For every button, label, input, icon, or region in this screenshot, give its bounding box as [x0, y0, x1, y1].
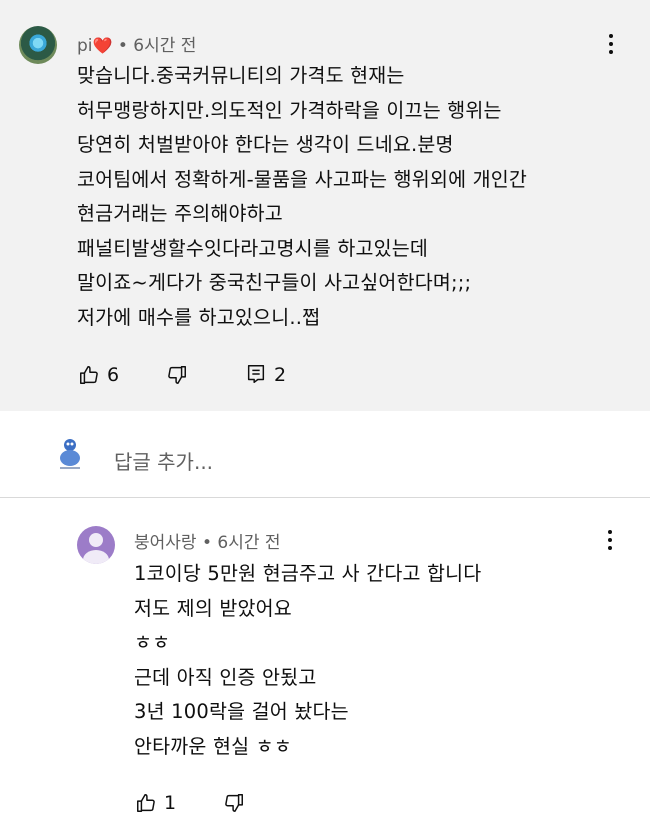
reply-line: ㅎㅎ — [134, 631, 171, 654]
comment-line: 맞습니다.중국커뮤니티의 가격도 현재는 — [77, 64, 405, 87]
reply-author-avatar[interactable] — [77, 526, 115, 564]
user-avatar — [55, 436, 85, 472]
comment-author[interactable]: pi — [77, 36, 93, 56]
reply-like-count: 1 — [164, 792, 177, 814]
thumbs-up-icon — [80, 366, 98, 384]
reply-count: 2 — [274, 364, 287, 386]
reply-line: 3년 100락을 걸어 놨다는 — [134, 700, 349, 723]
comment-menu-icon[interactable] — [600, 30, 622, 58]
like-button[interactable] — [78, 364, 100, 386]
comment-text: 맞습니다.중국커뮤니티의 가격도 현재는 허무맹랑하지만.의도적인 가격하락을 … — [77, 59, 527, 335]
user-avatar-icon — [60, 439, 80, 469]
heart-icon: ❤️ — [92, 36, 113, 55]
comment-line: 허무맹랑하지만.의도적인 가격하락을 이끄는 행위는 — [77, 98, 502, 122]
reply-line: 근데 아직 인증 안됬고 — [134, 665, 317, 689]
comment-line: 코어팀에서 정확하게-물품을 사고파는 행위외에 개인간 — [77, 167, 528, 191]
like-count: 6 — [107, 364, 120, 386]
comment-line: 현금거래는 주의해야하고 — [77, 202, 283, 225]
add-reply-input[interactable]: 답글 추가... — [114, 446, 213, 475]
comment-line: 저가에 매수를 하고있으니..쩝 — [77, 305, 321, 329]
dislike-button[interactable] — [166, 364, 188, 386]
reply-line: 안타까운 현실 ㅎㅎ — [134, 734, 292, 758]
comment-line: 당연히 처벌받아야 한다는 생각이 드네요.분명 — [77, 133, 454, 156]
comment-time: • 6시간 전 — [117, 36, 197, 56]
thumbs-up-icon — [137, 794, 155, 812]
reply-meta: 붕어사랑 • 6시간 전 — [134, 528, 281, 553]
reply-text: 1코이당 5만원 현금주고 사 간다고 합니다 저도 제의 받았어요 ㅎㅎ 근데… — [134, 557, 481, 764]
reply-button[interactable] — [245, 363, 267, 385]
reply-dislike-button[interactable] — [223, 792, 245, 814]
comment-line: 말이죠~게다가 중국친구들이 사고싶어한다며;;; — [77, 271, 472, 294]
reply-author[interactable]: 붕어사랑 — [134, 533, 197, 553]
thumbs-down-icon — [168, 366, 186, 384]
reply-line: 저도 제의 받았어요 — [134, 596, 292, 620]
commenter-avatar[interactable] — [19, 26, 57, 64]
highlighted-comment: pi❤️ • 6시간 전 맞습니다.중국커뮤니티의 가격도 현재는 허무맹랑하지… — [0, 0, 650, 411]
reply-line: 1코이당 5만원 현금주고 사 간다고 합니다 — [134, 562, 482, 585]
divider — [0, 497, 650, 498]
reply-like-button[interactable] — [135, 792, 157, 814]
reply-menu-icon[interactable] — [599, 526, 621, 554]
reply-comment-icon — [247, 365, 265, 383]
comment-meta: pi❤️ • 6시간 전 — [77, 31, 196, 56]
thumbs-down-icon — [225, 794, 243, 812]
reply-time: • 6시간 전 — [201, 533, 281, 553]
comment-line: 패널티발생할수잇다라고명시를 하고있는데 — [77, 236, 429, 260]
